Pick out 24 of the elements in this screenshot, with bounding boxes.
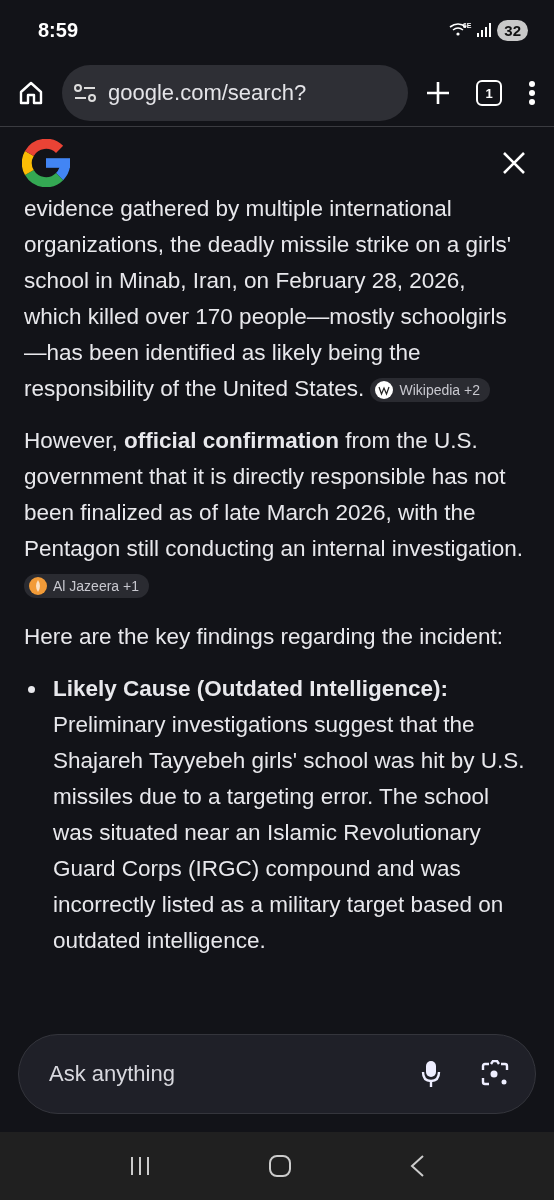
source-chip[interactable]: Al Jazeera +1 <box>24 574 149 599</box>
home-nav-icon <box>268 1154 292 1178</box>
signal-icon <box>477 23 492 37</box>
site-settings-icon[interactable] <box>74 83 96 103</box>
battery-indicator: 32 <box>497 19 528 41</box>
status-time: 8:59 <box>38 18 79 42</box>
finding-text: Preliminary investigations suggest that the Shajareh Tayyebeh girls' school was hit by U.S. missiles due to a targeting error. The school was situated near an Islamic Revolutionary Guard Corps (IRGC) compound and was incorrectly listed as a military target based on outdated intelligence. <box>53 711 526 955</box>
answer-paragraph: evidence gathered by multiple international organizations, the deadly missile strike on a girls' school in Minab, Iran, on February 28, 2026, which killed over 170 people—mostly schoolgirls—has been identified as likely being the responsibility of the United States. Wikipedia +2 <box>24 195 513 405</box>
source-chip[interactable]: Wikipedia +2 <box>370 378 490 403</box>
back-icon <box>409 1154 426 1178</box>
address-bar[interactable]: google.com/search? <box>62 65 408 121</box>
url-text: google.com/search? <box>108 80 307 106</box>
tab-count-button[interactable]: 1 <box>476 80 502 106</box>
camera-search-icon[interactable] <box>481 1060 509 1088</box>
microphone-icon[interactable] <box>421 1060 441 1088</box>
finding-title: Likely Cause (Outdated Intelligence): <box>53 675 450 703</box>
answer-paragraph: Here are the key findings regarding the incident: <box>24 623 505 651</box>
more-vert-icon <box>528 80 536 106</box>
wikipedia-logo-icon <box>375 381 394 400</box>
bullet-icon <box>28 686 35 693</box>
answer-paragraph: However, official confirmation from the U.S. government that it is directly responsible has not been finalized as of late March 2026, with the Pentagon still conducting an internal investigation. Al Jazeera +1 <box>24 423 528 603</box>
recent-apps-icon <box>128 1155 151 1177</box>
google-logo-icon <box>22 139 70 187</box>
ask-field[interactable]: Ask anything <box>47 1060 381 1088</box>
